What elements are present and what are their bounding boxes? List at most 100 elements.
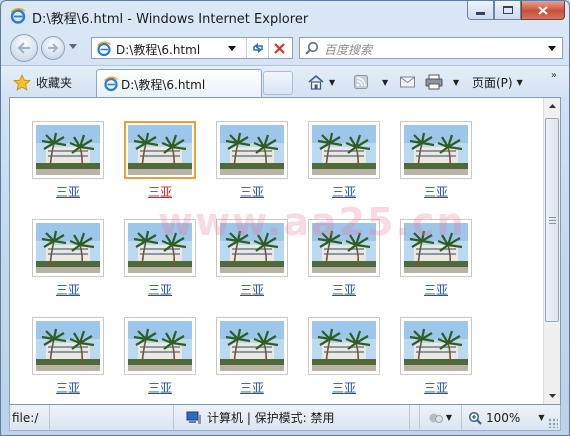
- page-icon: [97, 41, 111, 57]
- feeds-dropdown-icon[interactable]: ▼: [382, 78, 388, 87]
- navigation-bar: D:\教程\6.html 百度搜索: [1, 31, 569, 65]
- feeds-button[interactable]: ▼: [354, 72, 388, 92]
- gallery-caption[interactable]: 三亚: [400, 183, 472, 200]
- protected-mode-button[interactable]: ▼: [420, 405, 462, 430]
- page-menu-button[interactable]: 页面(P) ▼: [472, 72, 523, 92]
- thumbnail-link[interactable]: [124, 317, 196, 375]
- gallery-caption[interactable]: 三亚: [308, 281, 380, 298]
- thumbnail-link[interactable]: [308, 121, 380, 179]
- sanya-photo: [404, 223, 468, 273]
- scroll-down-icon: [548, 394, 556, 398]
- gallery-caption[interactable]: 三亚: [32, 281, 104, 298]
- gallery-caption[interactable]: 三亚: [124, 281, 196, 298]
- gallery-caption[interactable]: 三亚: [216, 183, 288, 200]
- home-dropdown-icon[interactable]: ▼: [329, 78, 335, 87]
- zoom-button[interactable]: 100% ▼: [462, 405, 560, 430]
- page-viewport: 三亚 三亚 三亚 三亚 三亚 三亚 三亚 三亚 三亚 三亚 三亚 三亚 三亚 三亚 三亚 www.aa25.…: [9, 97, 561, 405]
- gallery-caption[interactable]: 三亚: [400, 281, 472, 298]
- thumbnail-link[interactable]: [308, 317, 380, 375]
- more-commands-icon[interactable]: »: [551, 70, 557, 81]
- forward-button[interactable]: [41, 36, 65, 60]
- stop-icon: [274, 42, 285, 54]
- favorites-button[interactable]: 收藏夹: [13, 71, 72, 93]
- thumbnail-link[interactable]: [308, 219, 380, 277]
- scroll-thumb[interactable]: [545, 118, 559, 322]
- gallery-item[interactable]: 三亚: [124, 121, 196, 201]
- resize-grip[interactable]: [548, 418, 558, 428]
- gallery-caption[interactable]: 三亚: [216, 379, 288, 396]
- maximize-icon: [502, 6, 513, 14]
- thumbnail-link[interactable]: [400, 121, 472, 179]
- gallery-caption[interactable]: 三亚: [32, 379, 104, 396]
- gallery-caption[interactable]: 三亚: [216, 281, 288, 298]
- back-button[interactable]: [10, 34, 38, 62]
- print-dropdown-icon[interactable]: ▼: [453, 78, 459, 87]
- thumbnail-link[interactable]: [400, 219, 472, 277]
- gallery-item[interactable]: 三亚: [124, 219, 196, 299]
- gallery-item[interactable]: 三亚: [32, 317, 104, 397]
- gallery-caption[interactable]: 三亚: [308, 379, 380, 396]
- address-dropdown-icon[interactable]: [228, 46, 236, 51]
- thumbnail-link[interactable]: [32, 219, 104, 277]
- thumbnail-link[interactable]: [124, 219, 196, 277]
- gallery-caption[interactable]: 三亚: [400, 379, 472, 396]
- gallery-grid: 三亚 三亚 三亚 三亚 三亚 三亚 三亚 三亚 三亚 三亚 三亚 三亚 三亚 三亚 三亚: [10, 98, 544, 404]
- mail-icon: [400, 76, 415, 88]
- gallery-item[interactable]: 三亚: [308, 219, 380, 299]
- print-button[interactable]: ▼: [425, 72, 459, 92]
- vertical-scrollbar[interactable]: [543, 98, 560, 404]
- gallery-caption[interactable]: 三亚: [32, 183, 104, 200]
- refresh-button[interactable]: [246, 38, 268, 58]
- thumbnail-link[interactable]: [216, 219, 288, 277]
- gallery-caption[interactable]: 三亚: [124, 183, 196, 200]
- gallery-item[interactable]: 三亚: [308, 317, 380, 397]
- home-button[interactable]: ▼: [307, 72, 335, 92]
- gallery-item[interactable]: 三亚: [32, 121, 104, 201]
- gallery-caption[interactable]: 三亚: [124, 379, 196, 396]
- thumbnail-link[interactable]: [400, 317, 472, 375]
- search-input[interactable]: 百度搜索: [324, 41, 372, 58]
- new-tab-button[interactable]: [263, 71, 293, 95]
- tab-label: D:\教程\6.html: [121, 78, 206, 92]
- thumbnail-link[interactable]: [124, 121, 196, 179]
- history-dropdown-icon[interactable]: [69, 44, 77, 49]
- search-dropdown-icon[interactable]: [548, 46, 556, 51]
- maximize-button[interactable]: [494, 1, 521, 20]
- sanya-photo: [404, 125, 468, 175]
- back-arrow-icon: [17, 42, 30, 54]
- status-zone-cell[interactable]: 计算机 | 保护模式: 禁用: [174, 405, 410, 430]
- address-input[interactable]: D:\教程\6.html: [116, 41, 200, 58]
- command-bar: 收藏夹 D:\教程\6.html ▼ ▼ ▼ 页面(P) ▼ »: [1, 65, 569, 97]
- thumbnail-link[interactable]: [216, 317, 288, 375]
- gallery-item[interactable]: 三亚: [216, 317, 288, 397]
- tab-current[interactable]: D:\教程\6.html: [96, 69, 262, 97]
- address-bar[interactable]: D:\教程\6.html: [91, 37, 293, 59]
- thumbnail-link[interactable]: [216, 121, 288, 179]
- search-box[interactable]: 百度搜索: [299, 37, 563, 59]
- sanya-photo: [128, 321, 192, 371]
- scroll-up-button[interactable]: [544, 98, 560, 114]
- gallery-item[interactable]: 三亚: [400, 121, 472, 201]
- thumbnail-link[interactable]: [32, 317, 104, 375]
- thumbnail-link[interactable]: [32, 121, 104, 179]
- zoom-dropdown-icon: ▼: [538, 413, 545, 422]
- page-menu-label: 页面(P): [472, 75, 513, 90]
- gallery-item[interactable]: 三亚: [32, 219, 104, 299]
- gallery-item[interactable]: 三亚: [216, 219, 288, 299]
- sanya-photo: [36, 125, 100, 175]
- mail-button[interactable]: [400, 72, 415, 92]
- scroll-down-button[interactable]: [544, 388, 560, 404]
- sanya-photo: [312, 321, 376, 371]
- minimize-button[interactable]: [467, 1, 494, 20]
- gallery-caption[interactable]: 三亚: [308, 183, 380, 200]
- zoom-icon: [468, 411, 482, 425]
- close-button[interactable]: [521, 1, 565, 20]
- stop-button[interactable]: [268, 38, 290, 58]
- status-zone-text: 计算机 | 保护模式: 禁用: [207, 411, 335, 425]
- gallery-item[interactable]: 三亚: [216, 121, 288, 201]
- close-icon: [538, 5, 548, 15]
- gallery-item[interactable]: 三亚: [124, 317, 196, 397]
- gallery-item[interactable]: 三亚: [400, 219, 472, 299]
- gallery-item[interactable]: 三亚: [308, 121, 380, 201]
- gallery-item[interactable]: 三亚: [400, 317, 472, 397]
